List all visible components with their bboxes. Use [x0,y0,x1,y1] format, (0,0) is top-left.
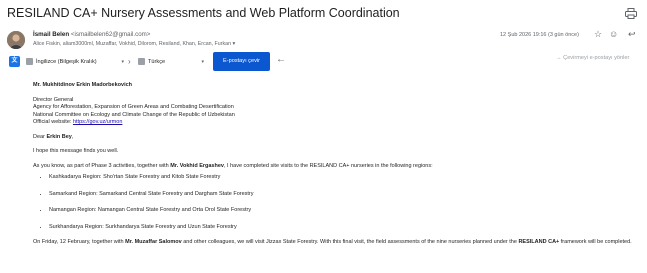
regions-list: Kashkadarya Region: Sho'rtan State Fores… [33,174,633,231]
chevron-down-icon: ▾ [121,59,124,65]
greeting-name: Mr. Mukhitdinov Erkin Madorbekovich [33,82,133,88]
addressee-line: National Committee on Ecology and Climat… [33,111,235,118]
source-language-select[interactable]: İngilizce (Bilgeşik Kralık) ▾ [26,56,126,68]
language-icon [26,58,33,66]
email-body: Mr. Mukhitdinov Erkin Madorbekovich Dire… [33,82,633,247]
hope-line: I hope this message finds you well. [33,148,119,154]
print-icon[interactable] [625,8,637,19]
translate-email-button[interactable]: E-postayı çevir [213,52,270,71]
email-date: 12 Şub 2026 19:16 (3 gün önce) [500,32,579,38]
arrow-right-icon: › [128,57,131,66]
target-language-label: Türkçe [148,59,166,65]
recipients-line[interactable]: Alice Fiskin, aliam3000ml, Muzaffar, Vok… [33,41,235,47]
list-item: Kashkadarya Region: Sho'rtan State Fores… [49,174,633,182]
list-item: Samarkand Region: Samarkand Central Stat… [49,191,633,199]
sender-name: İsmail Belen [33,31,70,38]
sender-line: İsmail Belen <ismailbelen62@gmail.com> [33,31,150,38]
addressee-line: Agency for Afforestation, Expansion of G… [33,104,234,110]
paragraph-1: As you know, as part of Phase 3 activiti… [33,162,433,169]
list-item: Namangan Region: Namangan Central State … [49,207,633,215]
sender-avatar [7,31,25,49]
star-icon[interactable]: ☆ [594,29,602,40]
source-language-label: İngilizce (Bilgeşik Kralık) [36,59,97,65]
chevron-down-icon[interactable]: ▾ [233,41,236,47]
email-subject: RESILAND CA+ Nursery Assessments and Web… [7,6,400,20]
salutation: Dear Erkin Bey, [33,133,74,140]
list-item: Surkhandarya Region: Surkhandarya State … [49,224,633,232]
addressee-line-website: Official website: https://gov.uz/urmon [33,119,123,125]
no-translate-label: Çevirmeyi e-postayı yönler [563,55,630,61]
reply-icon[interactable]: ↩ [628,29,636,40]
no-translate-button[interactable]: → Çevirmeyi e-postayı yönler [556,55,629,61]
sender-email: <ismailbelen62@gmail.com> [70,31,151,38]
arrow-left-icon[interactable]: ← [276,54,286,65]
chevron-down-icon: ▾ [201,59,204,65]
language-icon [138,58,145,66]
translate-icon: 文 [9,56,20,67]
website-link[interactable]: https://gov.uz/urmon [73,119,122,125]
emoji-reaction-icon[interactable]: ☺ [609,29,618,39]
paragraph-2: On Friday, 12 February, together with Mr… [33,239,632,245]
addressee-line: Director General [33,96,74,103]
recipients: Alice Fiskin, aliam3000ml, Muzaffar, Vok… [33,41,232,47]
target-language-select[interactable]: Türkçe ▾ [138,56,206,68]
